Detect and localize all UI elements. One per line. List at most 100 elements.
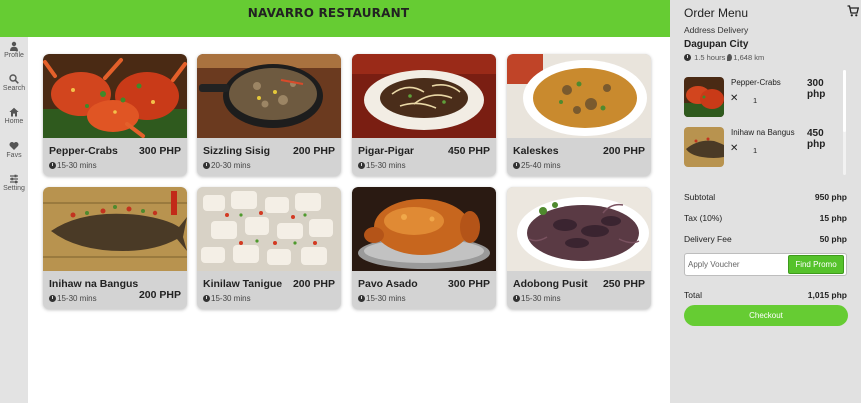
- menu-card-inihaw-na-bangus[interactable]: Inihaw na Bangus 200 PHP 15-30 mins: [43, 187, 187, 309]
- order-item-name: Inihaw na Bangus: [731, 128, 795, 137]
- voucher-box: Find Promo: [684, 253, 847, 276]
- item-price: 300 PHP: [138, 145, 181, 157]
- prep-time: 15-30 mins: [203, 294, 251, 303]
- item-name: Kaleskes: [513, 145, 559, 157]
- home-icon: [9, 107, 19, 117]
- prep-time-label: 15-30 mins: [366, 294, 406, 303]
- order-item-thumbnail: [684, 77, 724, 117]
- sidebar-item-search[interactable]: Search: [0, 74, 28, 92]
- clock-icon: [358, 295, 365, 302]
- order-item-thumbnail: [684, 127, 724, 167]
- prep-time-label: 25-40 mins: [521, 161, 561, 170]
- sidebar: Profile Search Home Favs Setting: [0, 37, 28, 403]
- prep-time-label: 15-30 mins: [521, 294, 561, 303]
- clock-icon: [49, 295, 56, 302]
- menu-card-kaleskes[interactable]: Kaleskes 200 PHP 25-40 mins: [507, 54, 651, 176]
- header-bar: NAVARRO RESTAURANT: [0, 0, 670, 37]
- item-price: 250 PHP: [602, 278, 645, 290]
- order-menu-title: Order Menu: [684, 6, 749, 20]
- item-price: 200 PHP: [292, 145, 335, 157]
- order-item-price: 450 php: [807, 128, 826, 150]
- sidebar-item-label: Favs: [6, 152, 22, 159]
- food-image-adobong-pusit: [507, 187, 651, 271]
- order-item-name: Pepper-Crabs: [731, 78, 781, 87]
- clock-icon: [203, 162, 210, 169]
- scrollbar-thumb[interactable]: [843, 70, 846, 132]
- distance-value: 1,648 km: [733, 53, 765, 62]
- cart-icon[interactable]: [847, 4, 860, 22]
- clock-icon: [358, 162, 365, 169]
- delivery-eta: 1.5 hours 1,648 km: [684, 53, 764, 62]
- sidebar-item-label: Setting: [3, 185, 25, 192]
- checkout-button[interactable]: Checkout: [684, 305, 848, 326]
- food-image-pepper-crabs: [43, 54, 187, 138]
- clock-icon: [513, 295, 520, 302]
- order-item[interactable]: Pepper-Crabs ✕ 1 300 php: [684, 77, 844, 121]
- sliders-icon: [10, 174, 18, 184]
- restaurant-title: NAVARRO RESTAURANT: [247, 6, 410, 20]
- user-icon: [10, 41, 18, 51]
- heart-icon: [9, 142, 19, 150]
- menu-card-adobong-pusit[interactable]: Adobong Pusit 250 PHP 15-30 mins: [507, 187, 651, 309]
- item-price: 200 PHP: [138, 289, 181, 301]
- delivery-city: Dagupan City: [684, 39, 749, 50]
- sidebar-item-setting[interactable]: Setting: [0, 174, 28, 192]
- order-item-price: 300 php: [807, 78, 826, 100]
- remove-icon[interactable]: ✕: [730, 143, 738, 154]
- total-value: 1,015 php: [807, 290, 847, 300]
- eta-value: 1.5 hours: [694, 53, 726, 62]
- item-price: 200 PHP: [602, 145, 645, 157]
- menu-card-kinilaw-tanigue[interactable]: Kinilaw Tanigue 200 PHP 15-30 mins: [197, 187, 341, 309]
- item-name: Sizzling Sisig: [203, 145, 271, 157]
- find-promo-button[interactable]: Find Promo: [788, 255, 844, 274]
- subtotal-label: Subtotal: [684, 192, 716, 202]
- sidebar-item-profile[interactable]: Profile: [0, 41, 28, 59]
- order-item[interactable]: Inihaw na Bangus ✕ 1 450 php: [684, 127, 844, 171]
- food-image-inihaw-na-bangus: [43, 187, 187, 271]
- total-label: Total: [684, 290, 702, 300]
- sidebar-item-label: Search: [2, 85, 26, 92]
- prep-time-label: 20-30 mins: [211, 161, 251, 170]
- sidebar-item-favs[interactable]: Favs: [0, 141, 28, 159]
- food-image-kaleskes: [507, 54, 651, 138]
- food-image-kinilaw-tanigue: [197, 187, 341, 271]
- item-name: Pepper-Crabs: [49, 145, 118, 157]
- prep-time-label: 15-30 mins: [366, 161, 406, 170]
- prep-time: 15-30 mins: [513, 294, 561, 303]
- food-image-pigar-pigar: [352, 54, 496, 138]
- tax-value: 15 php: [819, 213, 847, 223]
- sidebar-item-label: Profile: [4, 52, 24, 59]
- prep-time: 20-30 mins: [203, 161, 251, 170]
- clock-icon: [513, 162, 520, 169]
- clock-icon: [203, 295, 210, 302]
- item-price: 450 PHP: [447, 145, 490, 157]
- menu-card-pavo-asado[interactable]: Pavo Asado 300 PHP 15-30 mins: [352, 187, 496, 309]
- menu-card-sizzling-sisig[interactable]: Sizzling Sisig 200 PHP 20-30 mins: [197, 54, 341, 176]
- prep-time-label: 15-30 mins: [211, 294, 251, 303]
- order-item-qty: 1: [753, 146, 758, 155]
- item-name: Adobong Pusit: [513, 278, 588, 290]
- delivery-fee-label: Delivery Fee: [684, 234, 732, 244]
- prep-time: 15-30 mins: [358, 161, 406, 170]
- item-name: Inihaw na Bangus: [49, 278, 139, 290]
- order-item-qty: 1: [753, 96, 758, 105]
- remove-icon[interactable]: ✕: [730, 93, 738, 104]
- tax-label: Tax (10%): [684, 213, 723, 223]
- address-label: Address Delivery: [684, 25, 749, 35]
- search-icon: [9, 74, 19, 84]
- food-image-sizzling-sisig: [197, 54, 341, 138]
- item-price: 200 PHP: [292, 278, 335, 290]
- voucher-input[interactable]: [688, 257, 786, 272]
- menu-card-pepper-crabs[interactable]: Pepper-Crabs 300 PHP 15-30 mins: [43, 54, 187, 176]
- clock-icon: [684, 54, 691, 61]
- item-name: Pavo Asado: [358, 278, 418, 290]
- sidebar-item-home[interactable]: Home: [0, 107, 28, 125]
- item-price: 300 PHP: [447, 278, 490, 290]
- menu-card-pigar-pigar[interactable]: Pigar-Pigar 450 PHP 15-30 mins: [352, 54, 496, 176]
- prep-time-label: 15-30 mins: [57, 161, 97, 170]
- prep-time-label: 15-30 mins: [57, 294, 97, 303]
- delivery-fee-value: 50 php: [819, 234, 847, 244]
- item-name: Pigar-Pigar: [358, 145, 415, 157]
- location-pin-icon: [727, 54, 733, 61]
- clock-icon: [49, 162, 56, 169]
